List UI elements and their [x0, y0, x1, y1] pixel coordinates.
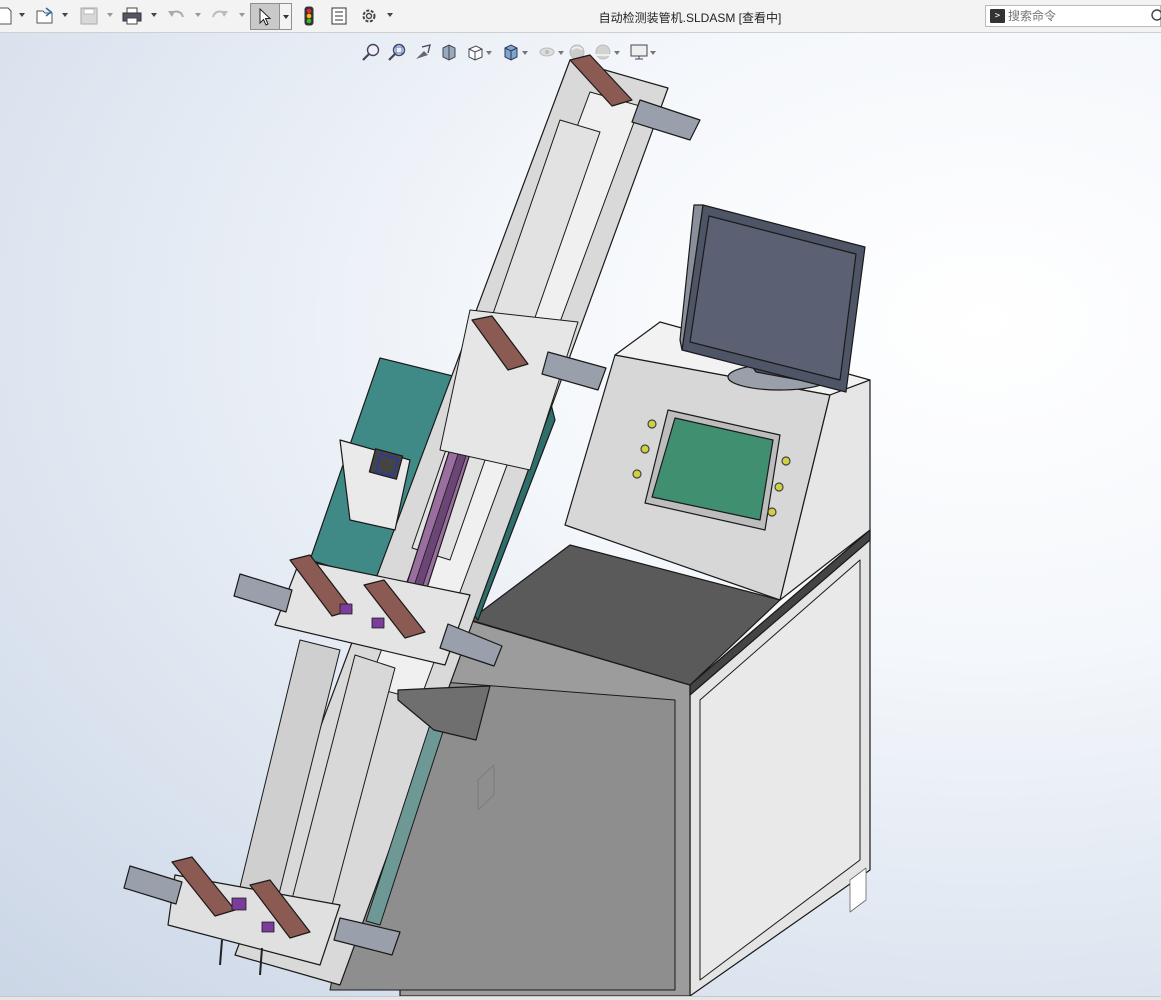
- print-icon[interactable]: [121, 5, 143, 27]
- search-icon[interactable]: [1148, 8, 1161, 24]
- file-properties-icon[interactable]: [328, 5, 350, 27]
- select-dropdown-icon[interactable]: [280, 3, 292, 30]
- rebuild-traffic-light-icon[interactable]: [300, 5, 318, 27]
- save-dropdown-icon[interactable]: [107, 13, 113, 17]
- new-icon[interactable]: [0, 5, 12, 27]
- status-bar-edge: [0, 996, 1161, 1000]
- assembly-model-render[interactable]: [0, 33, 1161, 996]
- redo-dropdown-icon[interactable]: [239, 13, 245, 17]
- open-dropdown-icon[interactable]: [62, 13, 68, 17]
- document-title: 自动检测装管机.SLDASM [查看中]: [598, 11, 782, 25]
- main-toolbar: 自动检测装管机.SLDASM [查看中] >: [0, 0, 1161, 33]
- new-dropdown-icon[interactable]: [19, 13, 25, 17]
- redo-icon[interactable]: [209, 5, 231, 27]
- undo-icon[interactable]: [165, 5, 187, 27]
- search-input[interactable]: [1008, 8, 1148, 24]
- options-gear-icon[interactable]: [358, 5, 380, 27]
- search-command-prompt-icon: >: [990, 9, 1005, 23]
- open-icon[interactable]: [34, 5, 56, 27]
- select-icon[interactable]: [250, 3, 280, 30]
- search-commands-box[interactable]: >: [985, 5, 1161, 27]
- undo-dropdown-icon[interactable]: [195, 13, 201, 17]
- options-dropdown-icon[interactable]: [387, 13, 393, 17]
- save-icon[interactable]: [78, 5, 100, 27]
- print-dropdown-icon[interactable]: [151, 13, 157, 17]
- graphics-viewport[interactable]: [0, 33, 1161, 996]
